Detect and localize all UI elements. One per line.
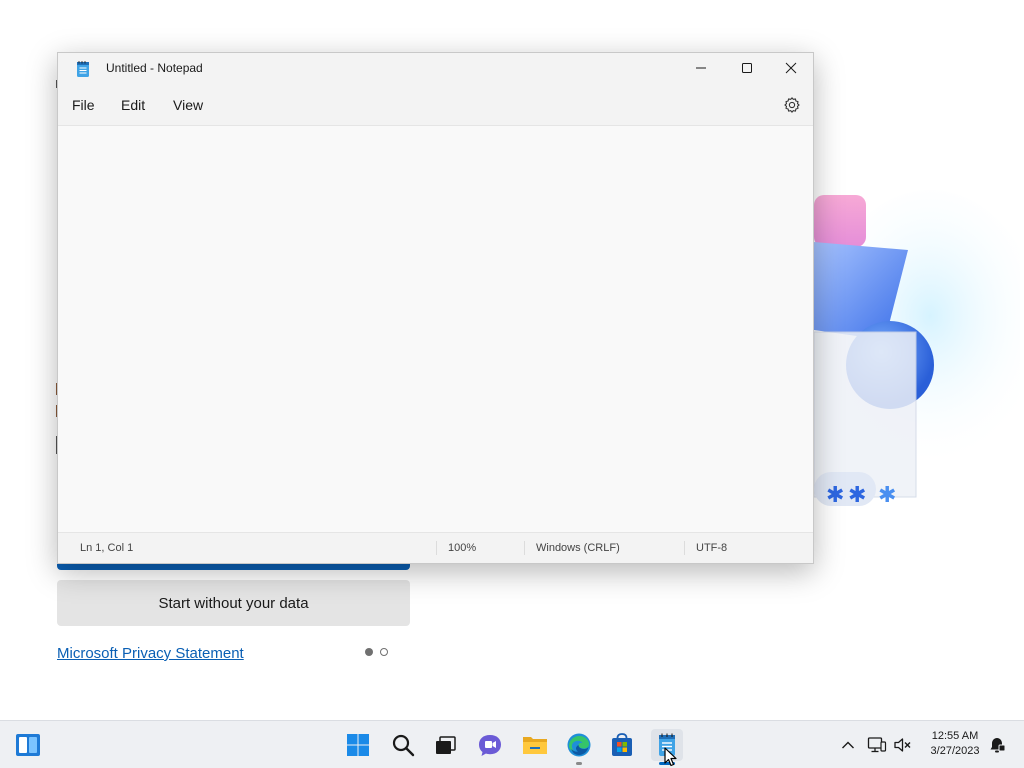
pager-dot-active[interactable] <box>365 648 373 656</box>
maximize-button[interactable] <box>724 53 770 83</box>
status-separator <box>684 541 685 555</box>
text-editor[interactable] <box>58 126 813 533</box>
chevron-up-icon <box>842 741 854 749</box>
edge-running-indicator <box>576 762 582 765</box>
svg-text:✱: ✱ <box>848 483 866 508</box>
show-hidden-icons-button[interactable] <box>833 729 863 761</box>
task-view-icon <box>436 736 456 754</box>
minimize-button[interactable] <box>678 53 724 83</box>
status-separator <box>524 541 525 555</box>
notepad-window: Untitled - Notepad File Edit View Ln 1, … <box>57 52 814 564</box>
svg-text:✱: ✱ <box>826 483 844 508</box>
mouse-cursor-icon <box>664 747 677 767</box>
menu-edit[interactable]: Edit <box>121 97 145 113</box>
clock-date: 3/27/2023 <box>930 745 980 757</box>
pager-dots <box>365 648 388 656</box>
store-button[interactable] <box>606 729 638 761</box>
network-icon <box>867 737 887 753</box>
widgets-icon <box>16 734 40 756</box>
svg-text:✱: ✱ <box>878 483 896 508</box>
file-explorer-icon <box>523 737 547 754</box>
pager-dot[interactable] <box>380 648 388 656</box>
chat-icon <box>479 735 501 756</box>
file-explorer-button[interactable] <box>519 729 551 761</box>
clock[interactable]: 12:55 AM 3/27/2023 <box>922 729 988 759</box>
status-separator <box>436 541 437 555</box>
chat-button[interactable] <box>474 729 506 761</box>
task-view-button[interactable] <box>429 729 461 761</box>
privacy-statement-link[interactable]: Microsoft Privacy Statement <box>57 645 244 662</box>
clock-time: 12:55 AM <box>931 730 979 742</box>
start-button[interactable] <box>342 729 374 761</box>
settings-gear-icon[interactable] <box>783 96 801 114</box>
search-button[interactable] <box>387 729 419 761</box>
menu-bar: File Edit View <box>58 85 813 126</box>
line-ending: Windows (CRLF) <box>536 542 620 554</box>
start-icon <box>347 734 369 756</box>
close-button[interactable] <box>768 53 814 83</box>
edge-button[interactable] <box>563 729 595 761</box>
search-icon <box>392 734 415 757</box>
menu-view[interactable]: View <box>173 97 203 113</box>
maximize-icon <box>742 63 752 73</box>
edge-icon <box>567 733 591 757</box>
widgets-button[interactable] <box>12 729 44 761</box>
notepad-icon <box>77 61 89 77</box>
volume-muted-icon <box>894 738 911 752</box>
close-icon <box>785 62 797 74</box>
start-without-data-button[interactable]: Start without your data <box>57 580 410 626</box>
zoom-level: 100% <box>448 542 477 554</box>
minimize-icon <box>696 67 706 69</box>
cursor-position: Ln 1, Col 1 <box>80 542 134 554</box>
volume-button[interactable] <box>890 729 916 761</box>
window-title: Untitled - Notepad <box>106 61 203 75</box>
desktop: ✱ ✱ ✱ Start without your data Microsoft … <box>0 0 1024 720</box>
encoding: UTF-8 <box>696 542 728 554</box>
title-bar[interactable]: Untitled - Notepad <box>58 53 813 85</box>
notification-bell-icon <box>990 738 1006 753</box>
network-button[interactable] <box>863 729 891 761</box>
setup-illustration: ✱ ✱ ✱ <box>813 190 1020 508</box>
menu-file[interactable]: File <box>72 97 95 113</box>
store-icon <box>612 733 632 756</box>
notifications-button[interactable] <box>986 729 1008 761</box>
status-bar: Ln 1, Col 1 100% Windows (CRLF) UTF-8 <box>58 532 813 563</box>
taskbar: 12:55 AM 3/27/2023 <box>0 720 1024 768</box>
